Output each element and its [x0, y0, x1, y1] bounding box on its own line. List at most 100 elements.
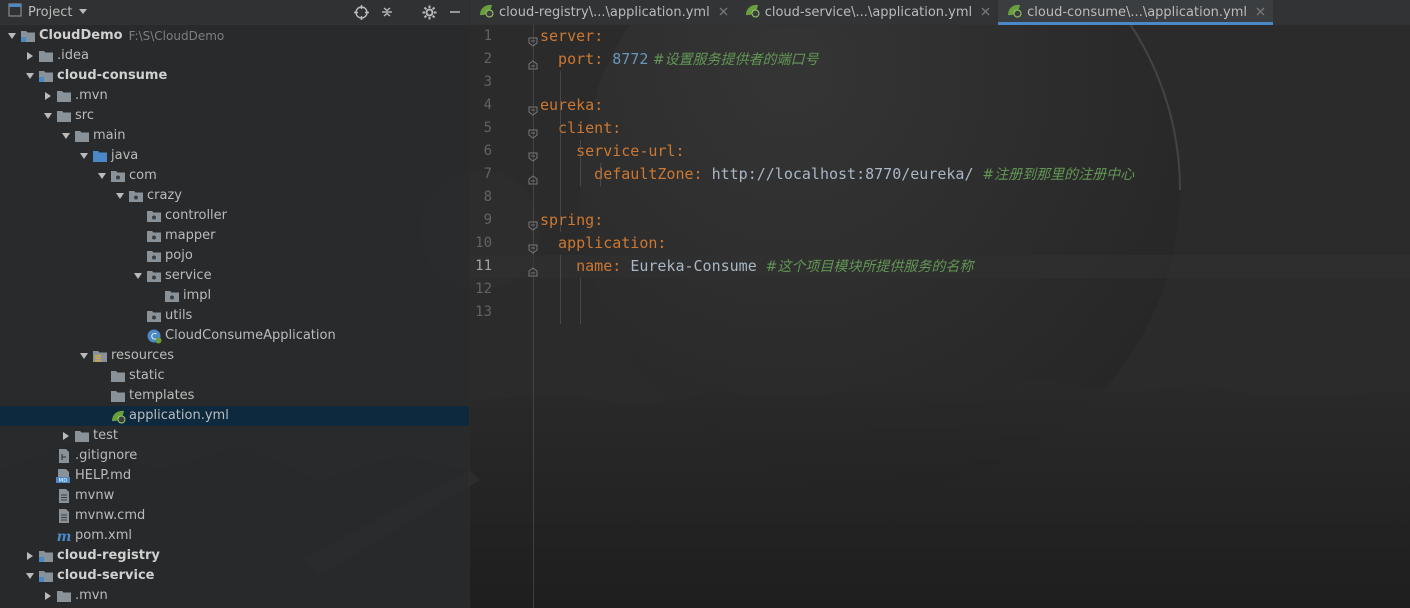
- code-editor[interactable]: 1 server: 2 port: 8772 #设置服务提供者的端口号 3 4 eurek…: [470, 25, 1410, 608]
- expand-arrow-down-icon[interactable]: [40, 106, 56, 126]
- tree-item-label: templates: [129, 388, 195, 403]
- tree-item[interactable]: src: [0, 106, 469, 126]
- expand-arrow-down-icon[interactable]: [112, 186, 128, 206]
- package-icon: [110, 168, 126, 184]
- tree-item[interactable]: cloud-consume: [0, 66, 469, 86]
- tree-item[interactable]: controller: [0, 206, 469, 226]
- folder-icon: [38, 48, 54, 64]
- line-number: 1: [483, 28, 492, 44]
- tree-item[interactable]: main: [0, 126, 469, 146]
- expand-arrow-down-icon[interactable]: [94, 166, 110, 186]
- tree-item[interactable]: .mvn: [0, 86, 469, 106]
- tree-item[interactable]: C CloudConsumeApplication: [0, 326, 469, 346]
- tree-item[interactable]: utils: [0, 306, 469, 326]
- code-line[interactable]: 12: [470, 278, 1410, 301]
- code-line[interactable]: 8: [470, 186, 1410, 209]
- tree-item[interactable]: templates: [0, 386, 469, 406]
- fold-open-icon[interactable]: [528, 31, 538, 47]
- tree-item[interactable]: MD HELP.md: [0, 466, 469, 486]
- code-line[interactable]: 11 name: Eureka-Consume #这个项目模块所提供服务的名称: [470, 255, 1410, 278]
- tree-item[interactable]: java: [0, 146, 469, 166]
- tree-item[interactable]: cloud-registry: [0, 546, 469, 566]
- tree-item[interactable]: CloudDemo F:\S\CloudDemo: [0, 26, 469, 46]
- expand-arrow-down-icon[interactable]: [4, 26, 20, 46]
- tree-item[interactable]: cloud-service: [0, 566, 469, 586]
- tree-item[interactable]: application.yml: [0, 406, 469, 426]
- code-token: Eureka-Consume: [630, 257, 757, 275]
- minimize-icon[interactable]: [447, 4, 463, 20]
- folder-icon: [110, 388, 126, 404]
- code-text: name: Eureka-Consume #这个项目模块所提供服务的名称: [540, 255, 973, 279]
- code-token: eureka: [540, 96, 595, 114]
- code-line[interactable]: 4 eureka:: [470, 94, 1410, 117]
- code-line[interactable]: 3: [470, 71, 1410, 94]
- editor-tab[interactable]: cloud-service\...\application.yml: [736, 0, 998, 24]
- code-text: client:: [540, 117, 621, 140]
- maven-icon: m: [56, 528, 72, 544]
- code-line[interactable]: 10 application:: [470, 232, 1410, 255]
- locate-file-icon[interactable]: [353, 4, 369, 20]
- line-number: 13: [475, 304, 492, 320]
- expand-arrow-right-icon[interactable]: [40, 86, 56, 106]
- code-token: spring: [540, 211, 595, 229]
- fold-open-icon[interactable]: [528, 100, 538, 116]
- code-text: defaultZone: http://localhost:8770/eurek…: [540, 163, 1134, 187]
- tree-item[interactable]: mapper: [0, 226, 469, 246]
- collapse-all-icon[interactable]: [379, 4, 395, 20]
- tree-item[interactable]: com: [0, 166, 469, 186]
- expand-arrow-right-icon[interactable]: [22, 46, 38, 66]
- tree-item-label: impl: [183, 288, 212, 303]
- tree-item[interactable]: test: [0, 426, 469, 446]
- tree-item[interactable]: service: [0, 266, 469, 286]
- expand-arrow-down-icon[interactable]: [22, 66, 38, 86]
- project-view-selector[interactable]: Project: [0, 3, 88, 21]
- close-icon[interactable]: [719, 5, 728, 19]
- tree-item[interactable]: m pom.xml: [0, 526, 469, 546]
- tree-item[interactable]: impl: [0, 286, 469, 306]
- expand-arrow-down-icon[interactable]: [76, 346, 92, 366]
- expand-arrow-down-icon[interactable]: [58, 126, 74, 146]
- tree-item[interactable]: .mvn: [0, 586, 469, 606]
- expand-arrow-down-icon[interactable]: [130, 266, 146, 286]
- code-line[interactable]: 6 service-url:: [470, 140, 1410, 163]
- gear-icon[interactable]: [421, 4, 437, 20]
- expand-arrow-right-icon[interactable]: [58, 426, 74, 446]
- folder-icon: [56, 88, 72, 104]
- editor-tab[interactable]: cloud-registry\...\application.yml: [470, 0, 736, 24]
- code-line[interactable]: 7 defaultZone: http://localhost:8770/eur…: [470, 163, 1410, 186]
- fold-close-icon[interactable]: [528, 169, 538, 185]
- editor-tab[interactable]: cloud-consume\...\application.yml: [998, 0, 1274, 25]
- tree-item[interactable]: mvnw: [0, 486, 469, 506]
- fold-open-icon[interactable]: [528, 215, 538, 231]
- expand-arrow-right-icon[interactable]: [40, 586, 56, 606]
- close-icon[interactable]: [981, 5, 990, 19]
- code-line[interactable]: 13: [470, 301, 1410, 324]
- line-number: 10: [475, 235, 492, 251]
- code-line[interactable]: 9 spring:: [470, 209, 1410, 232]
- tree-item[interactable]: mvnw.cmd: [0, 506, 469, 526]
- fold-open-icon[interactable]: [528, 123, 538, 139]
- indent-guide: [600, 163, 601, 186]
- fold-open-icon[interactable]: [528, 146, 538, 162]
- tree-item[interactable]: crazy: [0, 186, 469, 206]
- close-icon[interactable]: [1256, 5, 1265, 19]
- expand-arrow-right-icon[interactable]: [22, 546, 38, 566]
- folder-icon: [110, 368, 126, 384]
- tree-item[interactable]: resources: [0, 346, 469, 366]
- code-line[interactable]: 1 server:: [470, 25, 1410, 48]
- tree-item-label: utils: [165, 308, 193, 323]
- code-line[interactable]: 5 client:: [470, 117, 1410, 140]
- expand-arrow-down-icon[interactable]: [22, 566, 38, 586]
- code-line[interactable]: 2 port: 8772 #设置服务提供者的端口号: [470, 48, 1410, 71]
- fold-close-icon[interactable]: [528, 261, 538, 277]
- tree-item[interactable]: pojo: [0, 246, 469, 266]
- tree-item[interactable]: static: [0, 366, 469, 386]
- tree-item[interactable]: .idea: [0, 46, 469, 66]
- text-file-icon: [56, 508, 72, 524]
- tree-item[interactable]: .gitignore: [0, 446, 469, 466]
- fold-open-icon[interactable]: [528, 238, 538, 254]
- fold-close-icon[interactable]: [528, 54, 538, 70]
- expand-arrow-down-icon[interactable]: [76, 146, 92, 166]
